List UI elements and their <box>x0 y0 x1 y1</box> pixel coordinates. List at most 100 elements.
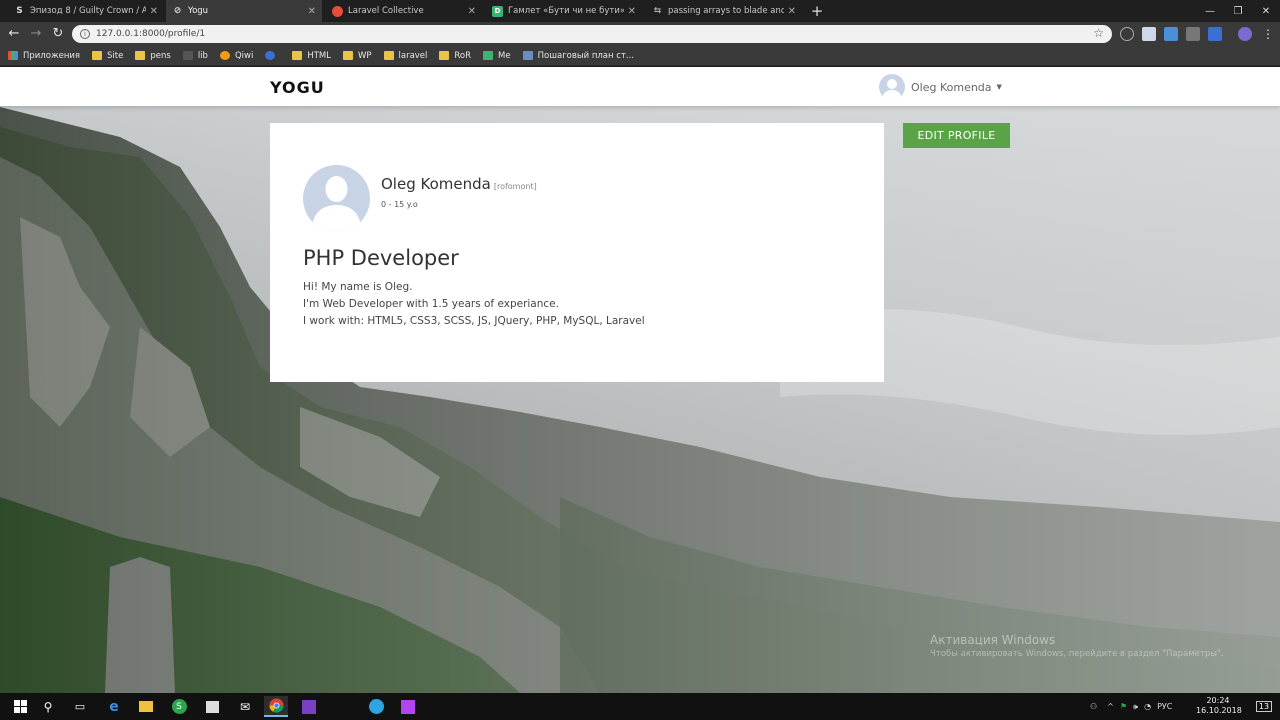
bookmark-star-icon[interactable]: ☆ <box>1093 26 1104 40</box>
bookmark-folder[interactable]: RoR <box>439 51 471 61</box>
shield-icon[interactable] <box>1142 27 1156 41</box>
bookmarks-bar: Приложения Site pens lib Qiwi HTML WP la… <box>0 46 1280 66</box>
bookmark-label: laravel <box>398 50 428 61</box>
bookmark-folder[interactable]: Site <box>92 51 123 61</box>
lib-icon <box>182 51 193 60</box>
bookmark-link[interactable] <box>265 51 280 60</box>
bookmark-label: Пошаговый план ст... <box>537 50 635 61</box>
browser-tab[interactable]: S Эпизод 8 / Guilty Crown / Аним ✕ <box>8 0 164 22</box>
file-explorer-icon[interactable] <box>134 696 158 717</box>
search-icon[interactable]: ⚲ <box>36 696 60 717</box>
profile-name-line: Oleg Komenda [rofomont] <box>381 175 537 193</box>
store-icon[interactable] <box>200 696 224 717</box>
browser-tab-active[interactable]: ⊘ Yogu ✕ <box>166 0 322 22</box>
flag-icon[interactable]: ⚑ <box>1120 702 1127 711</box>
extension-icon[interactable] <box>1164 27 1178 41</box>
maximize-icon[interactable]: ❐ <box>1224 0 1252 22</box>
profile-bio: Hi! My name is Oleg. I'm Web Developer w… <box>303 279 645 330</box>
mail-icon[interactable]: ✉ <box>233 696 257 717</box>
tab-title: Гамлет «Бути чи не бути» | Dov <box>508 6 624 16</box>
browser-tab[interactable]: Laravel Collective ✕ <box>326 0 482 22</box>
chrome-icon[interactable] <box>264 696 288 717</box>
browser-tab[interactable]: D Гамлет «Бути чи не бути» | Dov ✕ <box>486 0 642 22</box>
close-icon[interactable]: ✕ <box>150 6 158 17</box>
person-icon[interactable]: ⚇ <box>1090 702 1097 711</box>
close-icon[interactable]: ✕ <box>628 6 636 17</box>
bookmark-link[interactable]: Qiwi <box>219 50 254 61</box>
close-icon[interactable]: ✕ <box>468 6 476 17</box>
close-icon[interactable]: ✕ <box>788 6 796 17</box>
clock[interactable]: 20:24 16.10.2018 <box>1196 696 1242 716</box>
back-arrow-icon[interactable]: ← <box>4 24 24 44</box>
upwork-icon <box>483 51 494 60</box>
bookmark-label: Qiwi <box>234 50 254 61</box>
s-icon: S <box>16 6 23 16</box>
new-tab-button[interactable]: + <box>808 2 826 20</box>
clock-time: 20:24 <box>1206 696 1230 705</box>
qiwi-icon <box>219 51 230 60</box>
info-icon[interactable]: i <box>80 29 90 39</box>
profile-avatar-icon[interactable] <box>1238 27 1252 41</box>
chrome-blank-icon: ⊘ <box>173 6 182 16</box>
folder-icon <box>342 51 353 60</box>
phpstorm-icon[interactable] <box>396 696 420 717</box>
user-silhouette-icon <box>311 176 362 232</box>
language-indicator[interactable]: РУС <box>1157 702 1172 711</box>
folder-icon <box>383 51 394 60</box>
bookmark-link[interactable]: Пошаговый план ст... <box>522 50 635 61</box>
folder-icon <box>439 51 450 60</box>
extension-icon[interactable] <box>1186 27 1200 41</box>
laravel-collective-icon <box>332 5 343 17</box>
reload-icon[interactable]: ↻ <box>48 24 68 44</box>
address-bar[interactable]: i 127.0.0.1:8000/profile/1 ☆ <box>72 25 1112 43</box>
bookmark-folder[interactable]: HTML <box>292 51 331 61</box>
bookmark-label: Приложения <box>23 50 81 61</box>
menu-dots-icon[interactable]: ⋮ <box>1258 24 1278 44</box>
s-app-icon[interactable]: S <box>167 696 191 717</box>
folder-icon <box>135 51 146 60</box>
tab-title: Yogu <box>188 6 209 16</box>
telegram-icon[interactable] <box>364 696 388 717</box>
profile-name: Oleg Komenda <box>381 175 491 193</box>
visual-studio-icon[interactable] <box>297 696 321 717</box>
edit-profile-button[interactable]: EDIT PROFILE <box>903 123 1010 148</box>
bio-line: Hi! My name is Oleg. <box>303 281 413 293</box>
close-icon[interactable]: ✕ <box>308 6 316 17</box>
profile-avatar <box>303 165 370 232</box>
chevron-up-icon[interactable]: ^ <box>1107 702 1114 711</box>
avatar <box>879 74 905 100</box>
bookmark-label: Site <box>107 50 124 61</box>
extension-icon[interactable] <box>1208 27 1222 41</box>
edge-icon[interactable]: e <box>102 696 126 717</box>
task-view-icon[interactable]: ▭ <box>68 696 92 717</box>
bookmark-folder[interactable]: laravel <box>383 50 428 61</box>
clock-date: 16.10.2018 <box>1196 706 1242 715</box>
notifications-icon[interactable]: 13 <box>1252 696 1276 717</box>
extension-icon[interactable] <box>1120 27 1134 41</box>
forward-arrow-icon[interactable]: → <box>26 24 46 44</box>
speaker-icon[interactable]: 🕪 <box>1133 702 1138 712</box>
windows-activation-title: Активация Windows <box>930 633 1056 647</box>
bookmark-folder[interactable]: pens <box>135 50 171 61</box>
bookmark-label: pens <box>150 50 171 61</box>
arrows-icon: ⇆ <box>653 6 662 16</box>
url-text[interactable]: 127.0.0.1:8000/profile/1 <box>96 29 205 39</box>
tab-title: Laravel Collective <box>348 6 424 16</box>
notification-count: 13 <box>1255 701 1273 712</box>
bookmark-link[interactable]: lib <box>182 51 208 61</box>
chevron-down-icon: ▼ <box>996 83 1002 91</box>
minimize-icon[interactable]: — <box>1196 0 1224 22</box>
windows-start-icon[interactable] <box>8 696 32 717</box>
profile-card: Oleg Komenda [rofomont] 0 - 15 y.o PHP De… <box>270 123 884 382</box>
bookmark-apps[interactable]: Приложения <box>8 51 80 61</box>
network-icon[interactable]: ◔ <box>1144 702 1151 711</box>
bookmark-link[interactable]: Me <box>483 51 511 61</box>
system-tray: ⚇ ^ ⚑ 🕪 ◔ РУС <box>1090 693 1172 720</box>
user-dropdown[interactable]: Oleg Komenda ▼ <box>879 74 1002 100</box>
browser-tab[interactable]: ⇆ passing arrays to blade and itera ✕ <box>646 0 802 22</box>
bookmark-folder[interactable]: WP <box>342 51 372 61</box>
globe-icon <box>265 51 276 60</box>
site-logo[interactable]: YOGU <box>270 78 325 97</box>
close-window-icon[interactable]: ✕ <box>1252 0 1280 22</box>
tab-title: Эпизод 8 / Guilty Crown / Аним <box>30 6 146 16</box>
